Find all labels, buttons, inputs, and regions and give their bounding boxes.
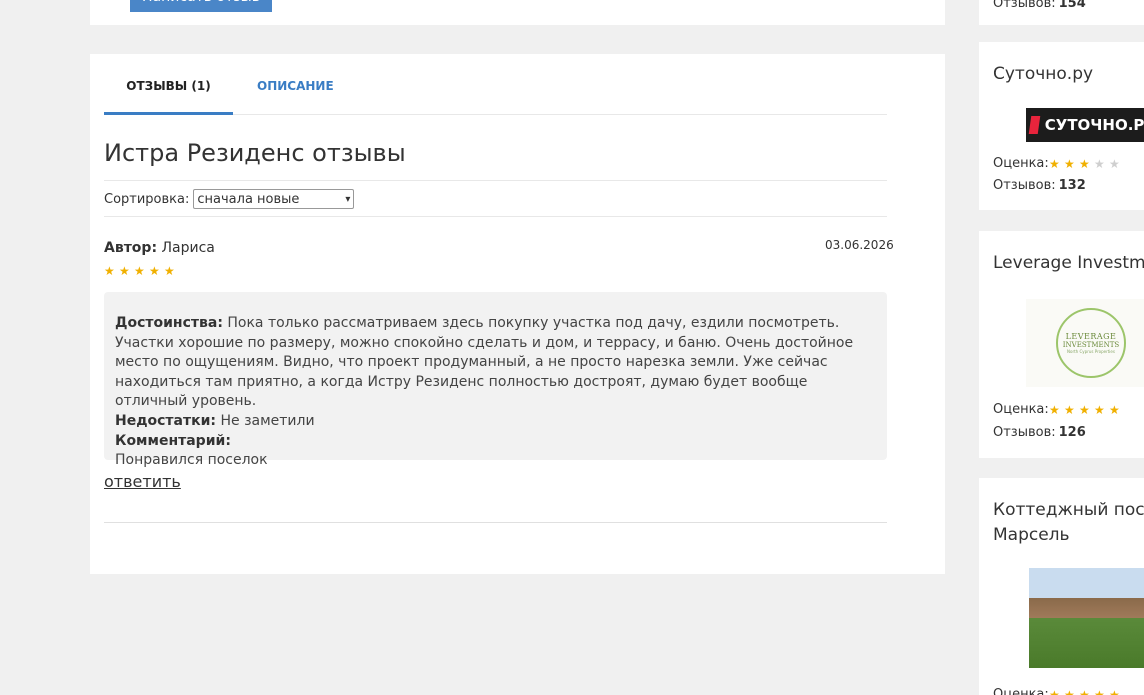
star-icon: ★ [149, 264, 160, 278]
sort-select[interactable]: сначала новые ▾ [193, 189, 355, 209]
sutochno-logo-mark-icon [1028, 116, 1041, 134]
reviews-panel: ОТЗЫВЫ (1) ОПИСАНИЕ Истра Резиденс отзыв… [90, 54, 945, 574]
sidebar-card-leverage[interactable]: Leverage Investments LEVERAGE INVESTMENT… [979, 231, 1144, 458]
star-icon: ★ [1109, 157, 1120, 171]
review-author: Автор: Лариса [104, 240, 215, 256]
star-icon: ★ [1094, 157, 1105, 171]
write-review-button[interactable]: Написать отзыв [130, 0, 272, 12]
cons-text: Не заметили [220, 412, 315, 429]
star-icon: ★ [1109, 403, 1120, 417]
star-icon: ★ [1079, 688, 1090, 695]
star-icon: ★ [1064, 403, 1075, 417]
star-icon: ★ [1109, 688, 1120, 695]
sort-label: Сортировка: [104, 191, 190, 207]
star-icon: ★ [1064, 688, 1075, 695]
leverage-logo-emblem: LEVERAGE INVESTMENTS North Cyprus Proper… [1056, 308, 1126, 378]
review-rating: ★ ★ ★ ★ ★ [104, 265, 177, 277]
star-icon: ★ [1049, 157, 1060, 171]
village-photo[interactable] [1029, 568, 1144, 668]
sidebar-card-marsel[interactable]: Коттеджный поселок Марсель Оценка: ★ ★ ★ ★ ★ [979, 478, 1144, 695]
star-icon: ★ [119, 264, 130, 278]
review-date: 03.06.2026 [825, 238, 894, 252]
sidebar-card-partial: Отзывов: 154 [979, 0, 1144, 25]
pros-label: Достоинства: [115, 315, 223, 331]
review-cons: Недостатки: Не заметили [115, 412, 876, 432]
star-icon: ★ [134, 264, 145, 278]
page-title: Истра Резиденс отзывы [104, 139, 406, 167]
star-icon: ★ [1094, 688, 1105, 695]
star-icon: ★ [1079, 157, 1090, 171]
divider [104, 180, 887, 181]
comment-label: Комментарий: [115, 432, 231, 449]
cons-label: Недостатки: [115, 412, 217, 429]
sidebar-rating: ★ ★ ★ ★ ★ [1049, 404, 1122, 416]
sidebar-rating-label: Оценка: [993, 402, 1049, 417]
author-name: Лариса [161, 240, 215, 256]
star-icon: ★ [1094, 403, 1105, 417]
divider [104, 522, 887, 523]
star-icon: ★ [104, 264, 115, 278]
chevron-down-icon: ▾ [345, 193, 351, 205]
tab-bar: ОТЗЫВЫ (1) ОПИСАНИЕ [104, 54, 887, 115]
comment-text: Понравился поселок [115, 452, 268, 469]
star-icon: ★ [164, 264, 175, 278]
sidebar-reviews-count: Отзывов: 126 [993, 425, 1086, 440]
star-icon: ★ [1079, 403, 1090, 417]
star-icon: ★ [1049, 403, 1060, 417]
sort-row: Сортировка: сначала новые ▾ [104, 188, 355, 210]
tab-description[interactable]: ОПИСАНИЕ [257, 79, 334, 115]
star-icon: ★ [1049, 688, 1060, 695]
sidebar-rating: ★ ★ ★ ★ ★ [1049, 689, 1122, 695]
reply-link[interactable]: ответить [104, 472, 181, 491]
sidebar-card-sutochno[interactable]: Суточно.ру СУТОЧНО.РУ Оценка: ★ ★ ★ ★ ★ Отзы… [979, 42, 1144, 210]
top-card: Написать отзыв [90, 0, 945, 25]
tab-reviews[interactable]: ОТЗЫВЫ (1) [104, 79, 233, 115]
leverage-logo[interactable]: LEVERAGE INVESTMENTS North Cyprus Proper… [1026, 299, 1144, 387]
sidebar-rating-label: Оценка: [993, 156, 1049, 171]
sidebar-reviews-count: Отзывов: 132 [993, 178, 1086, 193]
sort-selected-value: сначала новые [197, 191, 300, 207]
review-body: Достоинства: Пока только рассматриваем з… [104, 292, 887, 468]
review-comment: Комментарий: [115, 432, 876, 452]
sidebar-rating-label: Оценка: [993, 687, 1049, 695]
pros-text: Пока только рассматриваем здесь покупку … [115, 315, 854, 410]
sidebar-card-title-line2[interactable]: Марсель [993, 523, 1070, 548]
sidebar-reviews-count: Отзывов: 154 [993, 0, 1086, 11]
review-pros: Достоинства: Пока только рассматриваем з… [115, 314, 876, 412]
author-label: Автор: [104, 240, 158, 256]
sidebar-card-title[interactable]: Leverage Investments [993, 251, 1144, 276]
sidebar-card-title[interactable]: Суточно.ру [993, 62, 1093, 87]
sidebar-rating: ★ ★ ★ ★ ★ [1049, 158, 1122, 170]
sidebar-card-title-line1[interactable]: Коттеджный поселок [993, 498, 1144, 523]
divider [104, 216, 887, 217]
star-icon: ★ [1064, 157, 1075, 171]
sutochno-logo[interactable]: СУТОЧНО.РУ [1026, 108, 1144, 142]
